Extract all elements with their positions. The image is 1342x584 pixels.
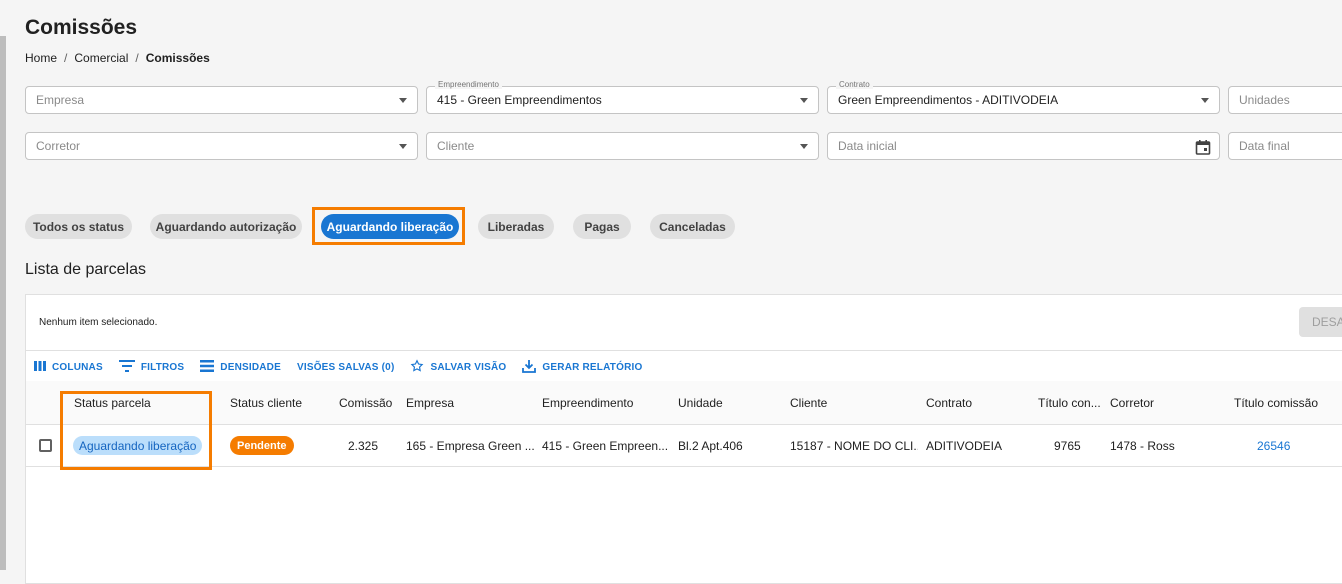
- densidade-label: DENSIDADE: [220, 362, 281, 373]
- col-cliente[interactable]: Cliente: [790, 396, 827, 410]
- filter-icon: [118, 360, 135, 375]
- data-final-field[interactable]: Data final: [1228, 132, 1342, 160]
- corretor-placeholder: Corretor: [36, 139, 81, 153]
- data-final-placeholder: Data final: [1239, 139, 1290, 153]
- cell-corretor: 1478 - Ross: [1110, 439, 1175, 453]
- cell-contrato: ADITIVODEIA: [926, 439, 1003, 453]
- colunas-button[interactable]: COLUNAS: [34, 361, 103, 374]
- cliente-placeholder: Cliente: [437, 139, 475, 153]
- unidades-placeholder: Unidades: [1239, 93, 1290, 107]
- visoes-salvas-button[interactable]: VISÕES SALVAS (0): [297, 362, 395, 373]
- gerar-relatorio-button[interactable]: GERAR RELATÓRIO: [522, 359, 642, 376]
- breadcrumb-separator: /: [135, 51, 139, 65]
- chip-pagas[interactable]: Pagas: [573, 214, 631, 239]
- breadcrumb-current: Comissões: [145, 51, 210, 65]
- columns-icon: [34, 361, 46, 374]
- unidades-select[interactable]: Unidades: [1228, 86, 1342, 114]
- cell-empresa: 165 - Empresa Green ...: [406, 439, 534, 453]
- highlight-box-status-column: [60, 391, 212, 470]
- filtros-button[interactable]: FILTROS: [118, 360, 185, 375]
- cell-unidade: Bl.2 Apt.406: [678, 439, 743, 453]
- chevron-down-icon: [800, 98, 808, 103]
- chip-liberadas[interactable]: Liberadas: [478, 214, 554, 239]
- left-scroll-edge: [0, 36, 6, 570]
- calendar-icon[interactable]: [1195, 139, 1211, 158]
- col-contrato[interactable]: Contrato: [926, 396, 972, 410]
- cell-cliente: 15187 - NOME DO CLI...: [790, 439, 918, 453]
- grid-toolbar: COLUNAS FILTROS DENSIDADE VISÕES SALVAS …: [34, 359, 658, 376]
- empreendimento-label: Empreendimento: [435, 80, 502, 89]
- data-inicial-field[interactable]: Data inicial: [827, 132, 1220, 160]
- contrato-value: Green Empreendimentos - ADITIVODEIA: [838, 93, 1059, 107]
- visoes-label: VISÕES SALVAS (0): [296, 362, 395, 373]
- col-titulo-comissao[interactable]: Título comissão: [1234, 396, 1318, 410]
- page-title: Comissões: [25, 16, 138, 39]
- chevron-down-icon: [399, 144, 407, 149]
- breadcrumb-separator: /: [64, 51, 68, 65]
- status-cliente-badge: Pendente: [230, 436, 294, 455]
- chip-aguardando-autorizacao[interactable]: Aguardando autorização: [150, 214, 302, 239]
- breadcrumb: Home / Comercial / Comissões: [25, 51, 210, 65]
- chevron-down-icon: [1201, 98, 1209, 103]
- col-titulo-con[interactable]: Título con...: [1038, 396, 1101, 410]
- empreendimento-select[interactable]: Empreendimento 415 - Green Empreendiment…: [426, 80, 819, 114]
- salvar-visao-button[interactable]: SALVAR VISÃO: [410, 359, 506, 376]
- desabilitar-button[interactable]: DESAB: [1299, 307, 1342, 337]
- divider: [26, 350, 1342, 351]
- col-status-cliente[interactable]: Status cliente: [230, 396, 302, 410]
- cell-comissao: 2.325: [348, 439, 379, 453]
- corretor-select[interactable]: Corretor: [25, 132, 418, 160]
- contrato-label: Contrato: [836, 80, 873, 89]
- chevron-down-icon: [800, 144, 808, 149]
- col-unidade[interactable]: Unidade: [678, 396, 723, 410]
- chip-todos-os-status[interactable]: Todos os status: [25, 214, 132, 239]
- star-icon: [410, 359, 424, 376]
- cell-titulo-comissao-link[interactable]: 26546: [1257, 439, 1290, 453]
- empresa-select[interactable]: Empresa: [25, 86, 418, 114]
- col-empreendimento[interactable]: Empreendimento: [542, 396, 633, 410]
- selection-status: Nenhum item selecionado.: [39, 317, 158, 328]
- density-icon: [200, 360, 215, 375]
- colunas-label: COLUNAS: [52, 362, 103, 373]
- row-checkbox[interactable]: [39, 439, 52, 452]
- filtros-label: FILTROS: [140, 362, 185, 373]
- empresa-placeholder: Empresa: [36, 93, 85, 107]
- data-inicial-placeholder: Data inicial: [838, 139, 897, 153]
- cliente-select[interactable]: Cliente: [426, 132, 819, 160]
- chip-canceladas[interactable]: Canceladas: [650, 214, 735, 239]
- relatorio-label: GERAR RELATÓRIO: [542, 362, 643, 373]
- salvar-label: SALVAR VISÃO: [430, 362, 507, 373]
- col-empresa[interactable]: Empresa: [406, 396, 454, 410]
- col-corretor[interactable]: Corretor: [1110, 396, 1154, 410]
- breadcrumb-home[interactable]: Home: [25, 51, 57, 65]
- col-comissao[interactable]: Comissão: [339, 396, 392, 410]
- download-icon: [522, 359, 537, 376]
- chevron-down-icon: [399, 98, 407, 103]
- cell-empreendimento: 415 - Green Empreen...: [542, 439, 669, 453]
- highlight-box-chip: [312, 207, 465, 245]
- empreendimento-value: 415 - Green Empreendimentos: [437, 93, 602, 107]
- contrato-select[interactable]: Contrato Green Empreendimentos - ADITIVO…: [827, 80, 1220, 114]
- cell-titulo-con: 9765: [1054, 439, 1081, 453]
- list-title: Lista de parcelas: [25, 261, 146, 278]
- densidade-button[interactable]: DENSIDADE: [200, 360, 281, 375]
- breadcrumb-comercial[interactable]: Comercial: [74, 51, 128, 65]
- table-row[interactable]: Aguardando liberação Pendente 2.325 165 …: [26, 425, 1342, 467]
- data-grid: Nenhum item selecionado. DESAB COLUNAS F…: [25, 294, 1342, 584]
- table-header: Status parcela Status cliente Comissão E…: [26, 381, 1342, 425]
